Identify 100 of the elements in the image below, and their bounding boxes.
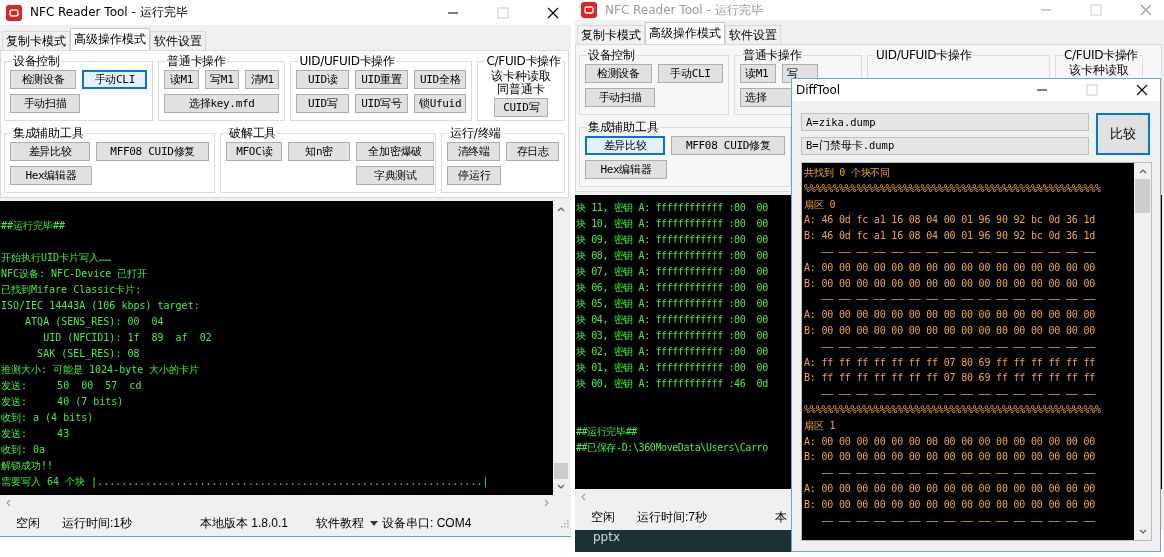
action-button[interactable]: 手动CLI xyxy=(657,64,723,83)
diff-line: %%%%%%%%%%%%%%%%%%%%%%%%%%%%%%%%%%%%%%%%%%%%%%%%%%% xyxy=(804,181,1101,196)
diff-line: B: 00 00 00 00 00 00 00 00 00 00 00 00 00 00 00 00 xyxy=(804,497,1096,512)
vertical-scrollbar[interactable] xyxy=(553,201,569,495)
action-button[interactable]: 全加密爆破 xyxy=(356,142,435,161)
diff-line: B: ff ff ff ff ff ff ff 07 80 69 ff ff ff ff ff ff xyxy=(804,371,1096,386)
action-button[interactable]: 清终端 xyxy=(447,142,501,161)
diff-line: —— —— —— —— —— —— —— —— —— —— —— —— —— —— —— —— xyxy=(820,387,1096,402)
maximize-icon[interactable] xyxy=(497,6,509,19)
action-button[interactable]: UID重置 xyxy=(355,70,408,89)
console-line: ##已保存-D:\360MoveData\Users\Carro xyxy=(576,441,768,455)
action-button[interactable]: 字典测试 xyxy=(356,166,435,185)
action-button[interactable]: UID全格 xyxy=(413,70,467,89)
action-button[interactable]: 存日志 xyxy=(506,142,559,161)
action-button[interactable]: MFF08 CUID修复 xyxy=(96,142,210,161)
console-line: SAK (SEL_RES): 08 xyxy=(36,347,140,362)
resize-grip-icon[interactable] xyxy=(559,518,569,528)
action-button[interactable]: UID读 xyxy=(296,70,350,89)
console-line: UID (NFCID1): 1f 89 af 02 xyxy=(42,331,212,345)
console-line: NFC设备: NFC-Device 已打开 xyxy=(1,267,148,281)
compare-button[interactable]: 比较 xyxy=(1096,113,1150,155)
console-line: 块 01, 密钥 A: ffffffffffff :00 00 xyxy=(576,361,768,375)
tab[interactable]: 复制卡模式 xyxy=(577,25,645,44)
tab[interactable]: 高级操作模式 xyxy=(645,22,725,44)
console-line: ATQA (SENS_RES): 00 04 xyxy=(24,315,164,330)
runtime-text: 运行时间:1秒 xyxy=(62,514,133,532)
maximize-icon[interactable] xyxy=(1086,84,1098,96)
scrollbar-thumb[interactable] xyxy=(554,463,568,479)
tab[interactable]: 复制卡模式 xyxy=(2,31,70,50)
file-field[interactable]: A=zika.dump xyxy=(801,113,1089,131)
status-text: 空闲 xyxy=(591,508,616,526)
vertical-scrollbar[interactable] xyxy=(1134,163,1151,540)
console-line: 块 11, 密钥 A: ffffffffffff :00 00 xyxy=(576,201,768,215)
group-title: 普通卡操作 xyxy=(166,53,227,70)
runtime-text: 运行时间:7秒 xyxy=(637,508,708,526)
action-button[interactable]: 读M1 xyxy=(740,64,776,83)
action-button[interactable]: UID写号 xyxy=(355,94,408,113)
group-note: 该卡种读取同普通卡 xyxy=(490,70,553,96)
console-line: 块 09, 密钥 A: ffffffffffff :00 00 xyxy=(576,233,768,247)
action-button[interactable]: MFF08 CUID修复 xyxy=(671,136,785,155)
tab[interactable]: 软件设置 xyxy=(150,31,206,50)
tutorial-dropdown[interactable]: 软件教程 xyxy=(316,514,379,532)
console-line: 需要写入 64 个块 |................................................................| xyxy=(1,475,489,490)
action-button[interactable]: 检测设备 xyxy=(585,64,652,83)
diff-line: %%%%%%%%%%%%%%%%%%%%%%%%%%%%%%%%%%%%%%%%%%%%%%%%%%% xyxy=(804,402,1101,417)
window-title: DiffTool xyxy=(796,83,841,97)
group-title: 设备控制 xyxy=(12,53,61,70)
status-text: 空闲 xyxy=(16,514,41,532)
file-name: pptx xyxy=(593,530,621,544)
group-note: 该卡种读取 xyxy=(1068,64,1130,77)
action-button[interactable]: 知n密 xyxy=(288,142,351,161)
group-title: 集成辅助工具 xyxy=(587,119,660,136)
caret-icon xyxy=(370,520,379,526)
group-title: C/FUID卡操作 xyxy=(485,53,562,70)
action-button[interactable]: Hex编辑器 xyxy=(585,160,667,179)
file-field[interactable]: B=门禁母卡.dump xyxy=(801,137,1089,155)
group-title: 集成辅助工具 xyxy=(12,125,85,142)
console-line: 块 10, 密钥 A: ffffffffffff :00 00 xyxy=(576,217,768,231)
tab[interactable]: 高级操作模式 xyxy=(70,28,150,50)
action-button[interactable]: 写M1 xyxy=(204,70,240,89)
action-button[interactable]: 检测设备 xyxy=(10,70,77,89)
close-icon[interactable] xyxy=(1136,84,1148,96)
group-title: 运行/终端 xyxy=(449,125,502,142)
maximize-icon[interactable] xyxy=(1090,4,1102,16)
console-line: 已找到Mifare Classic卡片: xyxy=(1,283,142,297)
console-line: 块 08, 密钥 A: ffffffffffff :00 00 xyxy=(576,249,768,263)
console-line: 块 03, 密钥 A: ffffffffffff :00 00 xyxy=(576,329,768,343)
diff-line: —— —— —— —— —— —— —— —— —— —— —— —— —— —— —— —— xyxy=(820,245,1096,259)
console-line: ISO/IEC 14443A (106 kbps) target: xyxy=(1,299,200,313)
scrollbar-thumb[interactable] xyxy=(1135,179,1150,213)
tab[interactable]: 软件设置 xyxy=(725,25,781,44)
action-button[interactable]: 差异比较 xyxy=(10,142,91,161)
action-button[interactable]: 手动扫描 xyxy=(10,94,80,113)
action-button[interactable]: UID写 xyxy=(296,94,350,113)
action-button[interactable]: 手动扫描 xyxy=(585,88,655,107)
diff-line: 扇区 1 xyxy=(804,418,836,433)
action-button[interactable]: 停运行 xyxy=(447,166,502,185)
close-icon[interactable] xyxy=(547,6,559,19)
diff-line: B: 46 0d fc a1 16 08 04 00 01 96 90 92 bc 0d 36 1d xyxy=(804,229,1096,244)
group-title: 普通卡操作 xyxy=(742,47,803,64)
window-title: NFC Reader Tool - 运行完毕 xyxy=(605,1,763,19)
group-title: UID/UFUID卡操作 xyxy=(298,53,396,70)
action-button[interactable]: Hex编辑器 xyxy=(10,166,92,185)
console-line: 块 05, 密钥 A: ffffffffffff :00 00 xyxy=(576,297,768,311)
console-line: 块 06, 密钥 A: ffffffffffff :00 00 xyxy=(576,281,768,295)
app-icon xyxy=(6,4,22,21)
action-button[interactable]: 手动CLI xyxy=(82,70,148,89)
console-line: 收到: a (4 bits) xyxy=(1,411,94,425)
diff-line: —— —— —— —— —— —— —— —— —— —— —— —— —— —— —— —— xyxy=(820,292,1096,307)
diff-line: A: 00 00 00 00 00 00 00 00 00 00 00 00 00 00 00 00 xyxy=(804,434,1096,449)
action-button[interactable]: 清M1 xyxy=(245,70,280,89)
diff-line: —— —— —— —— —— —— —— —— —— —— —— —— —— —— —— —— xyxy=(820,513,1096,528)
action-button[interactable]: 差异比较 xyxy=(585,136,666,155)
action-button[interactable]: MFOC读 xyxy=(226,142,283,161)
action-button[interactable]: 读M1 xyxy=(164,70,199,89)
diff-line: B: 00 00 00 00 00 00 00 00 00 00 00 00 00 00 00 00 xyxy=(804,450,1096,465)
port-text: 设备串口: COM4 xyxy=(382,514,472,532)
action-button[interactable]: 锁Ufuid xyxy=(413,94,467,113)
action-button[interactable]: 选择key.mfd xyxy=(164,94,280,113)
action-button[interactable]: CUID写 xyxy=(494,98,549,117)
